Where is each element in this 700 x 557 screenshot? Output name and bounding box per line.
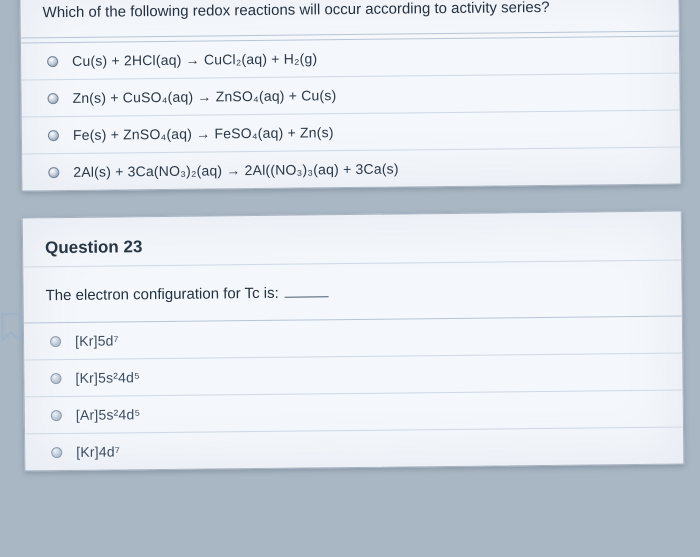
question-card-23: Question 23 The electron configuration f… [22, 211, 685, 472]
radio-icon [47, 56, 58, 67]
option-label: [Kr]4d⁷ [76, 443, 120, 459]
question-number: Question 23 [23, 212, 681, 267]
option-label: Cu(s) + 2HCl(aq) → CuCl₂(aq) + H₂(g) [72, 50, 317, 69]
radio-icon [50, 336, 61, 347]
radio-icon [47, 93, 58, 104]
option-label: 2Al(s) + 3Ca(NO₃)₂(aq) → 2Al((NO₃)₃(aq) … [73, 161, 399, 180]
radio-icon [50, 373, 61, 384]
question-prompt: Which of the following redox reactions w… [20, 0, 679, 38]
option-row[interactable]: 2Al(s) + 3Ca(NO₃)₂(aq) → 2Al((NO₃)₃(aq) … [22, 147, 680, 191]
option-label: Zn(s) + CuSO₄(aq) → ZnSO₄(aq) + Cu(s) [72, 87, 336, 106]
radio-icon [48, 167, 59, 178]
answer-blank [285, 287, 329, 297]
radio-icon [51, 447, 62, 458]
bookmark-icon[interactable] [0, 312, 24, 342]
option-label: [Kr]5d⁷ [75, 332, 119, 348]
question-prompt-text: The electron configuration for Tc is: [45, 285, 278, 304]
option-label: [Ar]5s²4d⁵ [76, 406, 141, 423]
radio-icon [51, 410, 62, 421]
question-prompt: The electron configuration for Tc is: [23, 260, 682, 319]
option-label: Fe(s) + ZnSO₄(aq) → FeSO₄(aq) + Zn(s) [73, 124, 334, 143]
option-row[interactable]: [Kr]4d⁷ [25, 427, 683, 471]
question-card-22: Which of the following redox reactions w… [19, 0, 681, 191]
option-label: [Kr]5s²4d⁵ [75, 369, 140, 386]
radio-icon [48, 130, 59, 141]
